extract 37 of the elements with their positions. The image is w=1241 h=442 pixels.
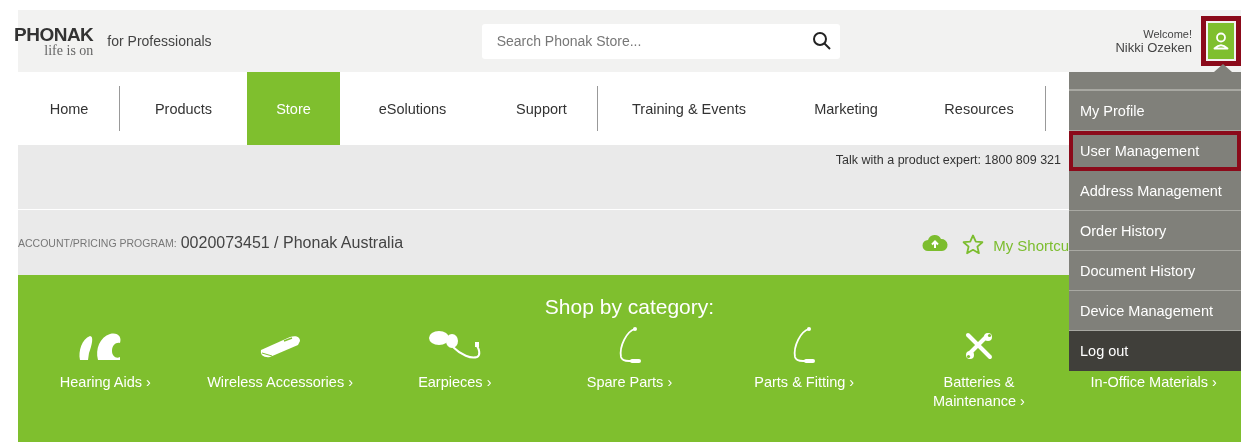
category-link[interactable]: Parts & Fitting › [754, 373, 855, 392]
nav-tab[interactable]: Marketing [780, 72, 912, 145]
menu-item[interactable]: My Profile [1069, 91, 1241, 131]
category-heading: Shop by category: [544, 295, 715, 319]
search-field[interactable]: Search Phonak Store... [481, 23, 840, 59]
category-link[interactable]: Earpieces › [418, 373, 492, 392]
category-link[interactable]: Wireless Accessories › [207, 373, 353, 392]
nav-tab[interactable]: Training & Events [598, 72, 780, 145]
nav-tab[interactable]: Home [18, 72, 120, 145]
menu-item[interactable]: Order History [1069, 211, 1241, 251]
phonak-logo[interactable]: PHONAK life is on [14, 24, 94, 58]
user-name: Nikki Ozeken [1115, 39, 1192, 55]
category-link[interactable]: Batteries & Maintenance › [933, 373, 1025, 411]
nav-tab[interactable]: Store [247, 72, 340, 145]
welcome-text: Welcome! [1143, 27, 1192, 40]
star-icon[interactable] [962, 234, 985, 255]
menu-item[interactable]: Address Management [1069, 171, 1241, 211]
cloud-upload-icon[interactable] [922, 233, 949, 252]
user-icon [1213, 32, 1229, 50]
account-label: ACCOUNT/PRICING PROGRAM: [18, 236, 177, 249]
menu-item[interactable]: Document History [1069, 251, 1241, 291]
search-icon[interactable] [811, 30, 832, 51]
nav-tab[interactable]: Products [120, 72, 247, 145]
category-link[interactable]: Spare Parts › [586, 373, 673, 392]
category-link[interactable]: In-Office Materials › [1090, 373, 1217, 392]
user-account-button[interactable] [1201, 16, 1241, 66]
nav-tab[interactable]: Support [485, 72, 598, 145]
menu-item[interactable]: User Management [1069, 131, 1241, 171]
category-link[interactable]: Hearing Aids › [59, 373, 151, 392]
nav-tab[interactable]: eSolutions [340, 72, 485, 145]
tools-icon[interactable] [963, 331, 994, 361]
menu-item[interactable]: Log out [1069, 331, 1241, 371]
nav-tab[interactable]: Resources [912, 72, 1046, 145]
account-value: 0020073451 / Phonak Australia [180, 233, 404, 252]
wireless-accessory-icon[interactable] [258, 333, 303, 359]
site-subtitle: for Professionals [107, 33, 212, 49]
contact-text: Talk with a product expert: 1800 809 321 [835, 153, 1061, 167]
